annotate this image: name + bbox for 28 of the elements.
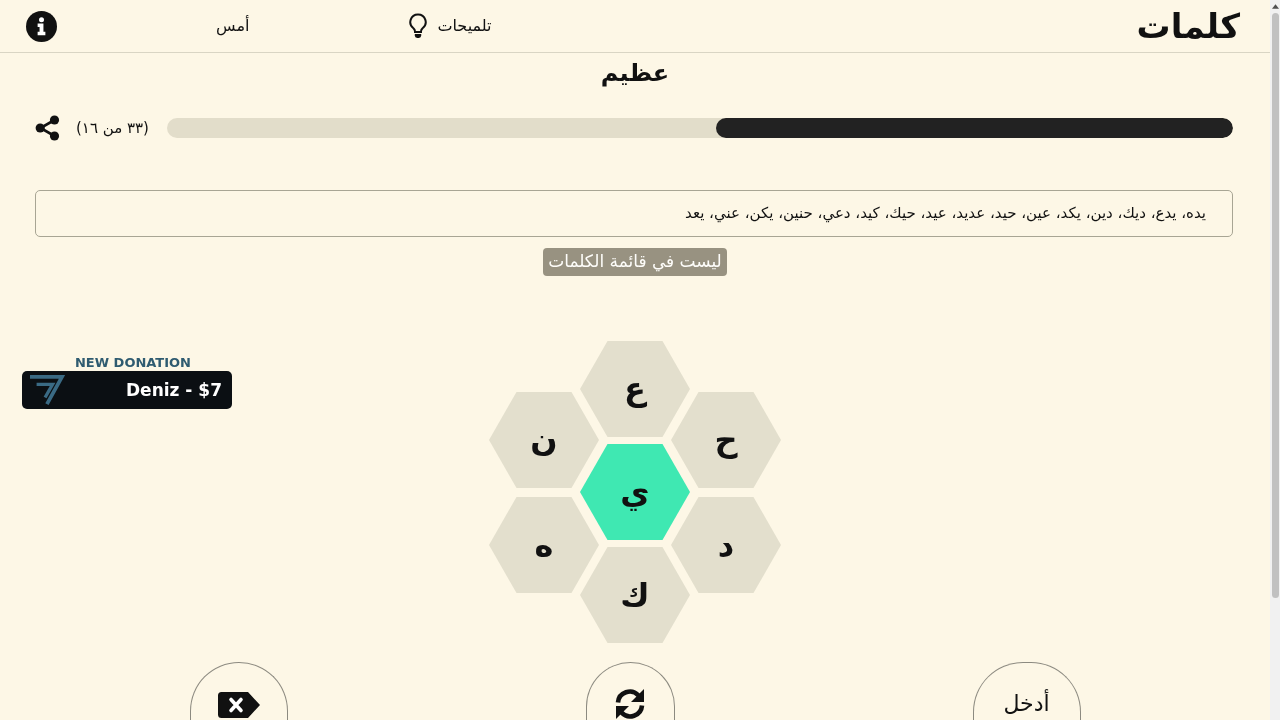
center-letter-button[interactable]: ي [580,444,690,540]
info-icon [26,10,57,42]
info-button[interactable] [26,10,57,42]
delete-tag-icon [216,691,261,719]
scrollbar-thumb[interactable] [1271,13,1279,598]
enter-button[interactable]: أدخل [972,662,1081,720]
triangle-logo-icon [27,374,65,406]
letter-button[interactable]: ك [580,547,690,643]
letter-button[interactable]: ن [489,392,599,488]
lightbulb-icon [408,13,429,39]
hints-button[interactable]: تلميحات [408,13,492,39]
progress-label: (٣٣ من ١٦) [76,120,149,136]
toast-message: ليست في قائمة الكلمات [543,248,727,276]
letter-button[interactable]: ع [580,341,690,437]
share-button[interactable] [35,115,60,141]
rank-title: عظيم [600,61,670,85]
scrollbar-track[interactable] [1270,0,1280,720]
donation-alert-title: NEW DONATION [74,355,191,371]
delete-button[interactable] [189,662,288,720]
letter-button[interactable]: د [671,497,781,593]
letter-button[interactable]: ه [489,497,599,593]
letter-button[interactable]: ح [671,392,781,488]
app-logo: كلمات [1136,9,1240,43]
found-words-text: يده، يدع، ديك، دين، يكد، عين، حيد، عديد، عيد، حيك، كيد، دعي، حنين، يكن، عني، يعد [685,206,1206,221]
share-icon [35,115,60,141]
shuffle-button[interactable] [585,662,675,720]
scroll-up-arrow-icon[interactable] [1271,4,1279,9]
donation-alert-text: Deniz - $7 [126,381,222,399]
